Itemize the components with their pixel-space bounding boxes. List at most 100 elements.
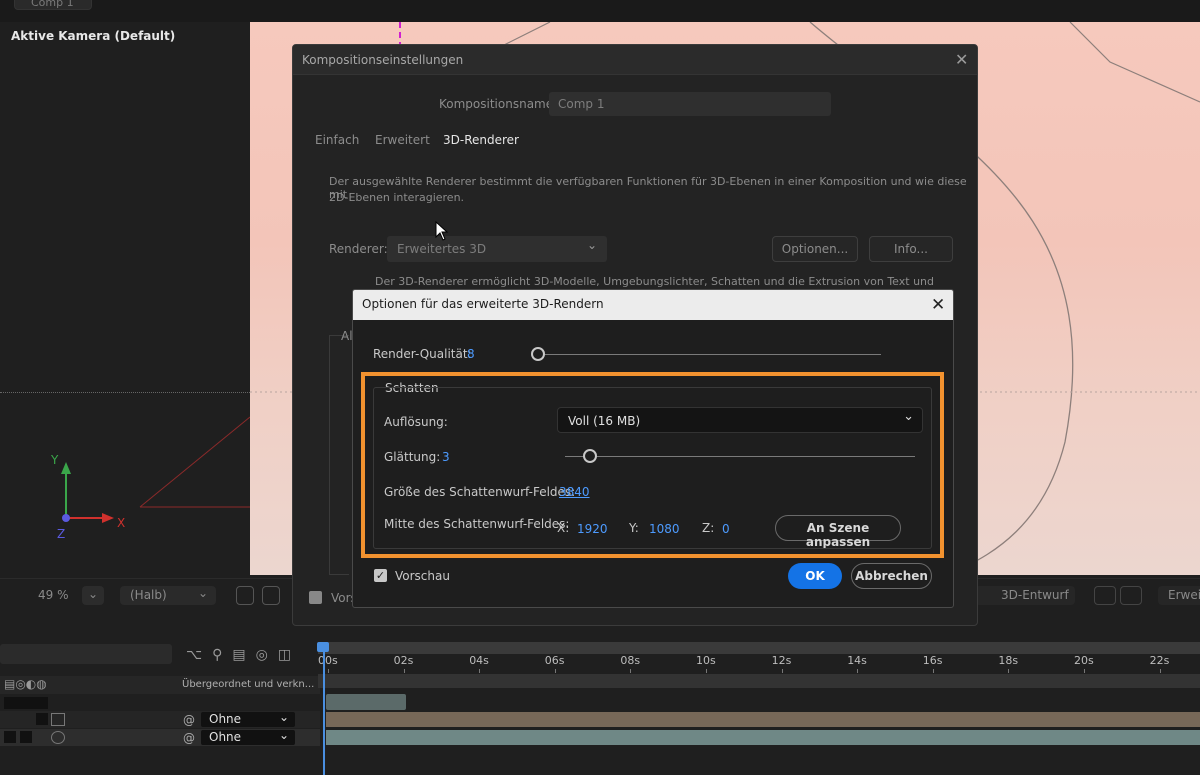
parent-dropdown[interactable]: Ohne ⌄	[201, 728, 295, 745]
renderer-mode-label: 3D-Entwurf	[1001, 588, 1069, 602]
ruler-tick	[1084, 669, 1085, 673]
layer-switch-box[interactable]	[20, 731, 32, 743]
options-button[interactable]: Optionen...	[772, 236, 858, 262]
parent-dropdown[interactable]: Ohne ⌄	[201, 710, 295, 727]
view-screen-icon[interactable]	[1120, 586, 1142, 605]
layer-switch-box[interactable]	[36, 713, 48, 725]
ruler-tick	[1159, 669, 1161, 673]
comp-name-label: Kompositionsname:	[439, 97, 558, 111]
ruler-tick	[932, 669, 934, 673]
layer-bar-model[interactable]	[326, 730, 1200, 745]
ruler-tick	[706, 669, 707, 673]
ruler-tick	[554, 669, 556, 673]
layer-bar-short[interactable]	[326, 694, 406, 710]
ruler-tick	[630, 669, 632, 673]
light-layer-icon	[51, 713, 65, 726]
ruler-tick	[479, 669, 481, 673]
mouse-cursor-icon	[435, 221, 449, 241]
zoom-value[interactable]: 49 %	[38, 588, 69, 607]
layer-header: ▤◎◐◍ Übergeordnet und verkn...	[0, 676, 320, 694]
ruler-label: 00s	[318, 654, 338, 667]
axis-y-label: Y	[50, 453, 59, 467]
close-icon[interactable]: ✕	[931, 295, 945, 315]
render-quality-slider[interactable]	[538, 354, 881, 355]
region-of-interest-icon[interactable]	[262, 586, 280, 605]
render-quality-label: Render-Qualität:	[373, 347, 472, 361]
layer-row[interactable]: @ Ohne ⌄	[0, 728, 320, 746]
red-guide	[139, 416, 250, 508]
playhead[interactable]	[323, 645, 325, 775]
ruler-label: 10s	[696, 654, 716, 667]
work-area-bar[interactable]	[318, 642, 1200, 654]
layer-switch-boxes	[4, 697, 48, 709]
preview-checkbox[interactable]: ✓	[374, 569, 387, 582]
pickwhip-icon[interactable]: @	[183, 713, 195, 727]
renderer-dropdown[interactable]: Erweitertes 3D ⌄	[387, 236, 607, 262]
resolution-dropdown[interactable]: (Halb) ⌄	[120, 586, 216, 605]
layer-row-empty	[0, 696, 320, 712]
pickwhip-icon[interactable]: @	[183, 731, 195, 745]
tab-advanced[interactable]: Erweitert	[375, 133, 430, 147]
resolution-value: (Halb)	[130, 588, 167, 602]
ruler-label: 12s	[771, 654, 792, 667]
playhead-handle[interactable]	[317, 642, 329, 652]
active-camera-label: Aktive Kamera (Default)	[11, 29, 176, 43]
render-quality-value[interactable]: 8	[467, 347, 475, 361]
timeline-panel: ⌥⚲▤◎◫ ▤◎◐◍ Übergeordnet und verkn... @ O…	[0, 610, 1200, 775]
track-area	[318, 674, 1200, 688]
renderer-mode-button[interactable]: 3D-Entwurf	[975, 586, 1075, 605]
layer-switch-icons: ▤◎◐◍	[4, 677, 47, 691]
layer-row[interactable]: @ Ohne ⌄	[0, 710, 320, 728]
view-layout-icon[interactable]	[1094, 586, 1116, 605]
preview-label: Vorschau	[395, 569, 450, 583]
timeline-search-input[interactable]	[0, 644, 172, 664]
chevron-down-icon: ⌄	[278, 728, 289, 742]
ruler-label: 06s	[544, 654, 565, 667]
ruler-label: 22s	[1149, 654, 1170, 667]
layer-bar-light[interactable]	[326, 712, 1200, 727]
layer-switch-box[interactable]	[4, 731, 16, 743]
comp-name-input[interactable]: Comp 1	[549, 92, 831, 116]
timeline-switch-icons[interactable]: ⌥⚲▤◎◫	[186, 647, 301, 663]
ruler-label: 08s	[620, 654, 641, 667]
tab-3d-renderer[interactable]: 3D-Renderer	[443, 133, 519, 147]
axis-x-label: X	[117, 516, 125, 530]
comp-tab[interactable]: Comp 1	[14, 0, 92, 10]
axis-gizmo: Y X Z	[50, 453, 125, 541]
transparency-grid-icon[interactable]	[236, 586, 254, 605]
renderer-note: Der 3D-Renderer ermöglicht 3D-Modelle, U…	[375, 275, 935, 288]
ruler-label: 02s	[393, 654, 414, 667]
zoom-dropdown-chevron-icon[interactable]: ⌄	[82, 586, 104, 605]
ruler-tick	[403, 669, 405, 673]
preview-checkbox-partial[interactable]	[309, 591, 322, 604]
time-ruler[interactable]: 00s 02s 04s 06s 08s 10s 12s 14s 16s 18s 20s 22s	[318, 654, 1200, 673]
extended-view-button[interactable]: Erweit	[1158, 586, 1200, 605]
parent-value: Ohne	[209, 730, 242, 744]
settings-group-partial: Al	[341, 329, 353, 343]
3d-model-layer-icon	[51, 731, 65, 744]
ruler-tick	[1008, 669, 1010, 673]
highlight-frame	[361, 372, 944, 558]
left-panel: Aktive Kamera (Default) Y X Z	[0, 22, 250, 578]
renderer-label: Renderer:	[329, 242, 388, 256]
chevron-down-icon: ⌄	[197, 586, 208, 600]
tab-simple[interactable]: Einfach	[315, 133, 359, 147]
close-icon[interactable]: ✕	[955, 52, 968, 68]
parent-value: Ohne	[209, 712, 242, 726]
parent-column-header: Übergeordnet und verkn...	[182, 679, 315, 690]
chevron-down-icon: ⌄	[278, 710, 289, 724]
ruler-label: 18s	[998, 654, 1019, 667]
ruler-tick	[781, 669, 783, 673]
info-button[interactable]: Info...	[869, 236, 953, 262]
top-panel-strip: Comp 1	[0, 0, 1200, 22]
ok-button[interactable]: OK	[788, 563, 842, 589]
comp-dialog-titlebar: Kompositionseinstellungen ✕	[293, 45, 977, 75]
guide-line	[0, 392, 250, 393]
chevron-down-icon: ⌄	[586, 238, 597, 252]
render-quality-slider-handle[interactable]	[531, 347, 545, 361]
ruler-tick	[857, 669, 859, 673]
ruler-label: 20s	[1074, 654, 1094, 667]
cancel-button[interactable]: Abbrechen	[851, 563, 932, 589]
renderer-description-line2: 2D-Ebenen interagieren.	[329, 191, 465, 204]
comp-dialog-title: Kompositionseinstellungen	[302, 53, 464, 67]
